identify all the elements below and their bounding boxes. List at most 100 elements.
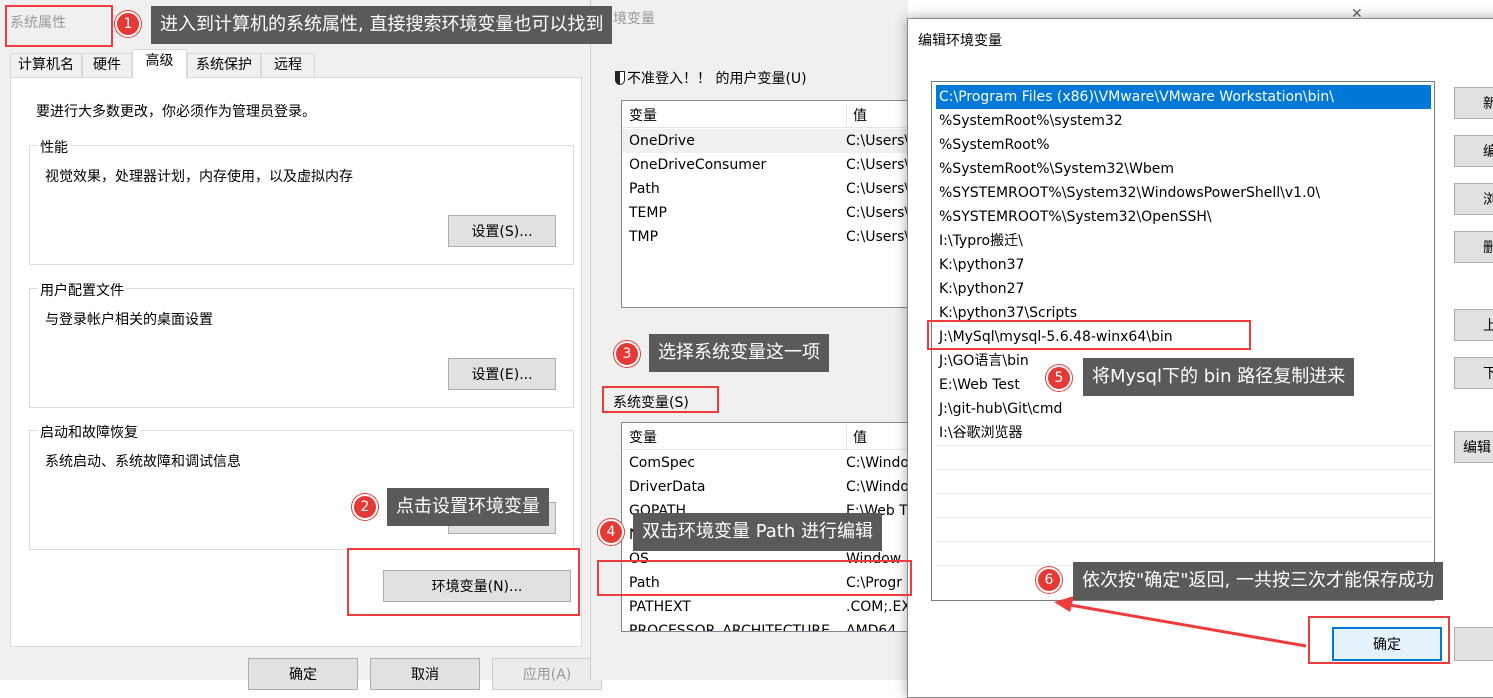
step-tooltip: 将Mysql下的 bin 路径复制进来 <box>1083 358 1355 396</box>
path-entry[interactable]: K:\python27 <box>936 277 1431 301</box>
variable-value: AMD64 <box>846 623 897 632</box>
empty-row-divider <box>936 541 1431 542</box>
variable-name: TMP <box>629 229 659 245</box>
edit-button[interactable]: 编 <box>1454 135 1493 167</box>
variable-value: C:\Users\ <box>846 181 910 197</box>
step-badge: 1 <box>115 11 141 37</box>
browse-button[interactable]: 浏 <box>1454 183 1493 215</box>
highlight-mysql-entry <box>927 320 1251 350</box>
variable-value: C:\Windo <box>846 479 909 495</box>
performance-settings-button[interactable]: 设置(S)... <box>448 215 556 247</box>
profiles-settings-button[interactable]: 设置(E)... <box>448 358 556 390</box>
tab-system-protection[interactable]: 系统保护 <box>187 53 261 77</box>
variable-name: DriverData <box>629 479 706 495</box>
path-entry[interactable]: %SYSTEMROOT%\System32\OpenSSH\ <box>936 205 1431 229</box>
user-variables-label: 不准登入！！ 的用户变量(U) <box>615 68 807 88</box>
variable-name: PROCESSOR_ARCHITECTURE <box>629 623 830 632</box>
move-down-button[interactable]: 下 <box>1454 357 1493 389</box>
user-variable-row[interactable]: Path C:\Users\ <box>622 177 920 201</box>
step-badge: 6 <box>1036 567 1062 593</box>
highlight-path-row <box>597 560 912 596</box>
performance-group: 性能 <box>29 137 574 265</box>
variable-name: TEMP <box>629 205 667 221</box>
step-tooltip: 点击设置环境变量 <box>387 488 549 526</box>
step-badge: 5 <box>1046 365 1072 391</box>
delete-button[interactable]: 删 <box>1454 231 1493 263</box>
move-up-button[interactable]: 上 <box>1454 309 1493 341</box>
user-variable-row[interactable]: OneDrive C:\Users\ <box>622 129 920 153</box>
profiles-desc: 与登录帐户相关的桌面设置 <box>45 312 213 328</box>
user-variables-label-text: 不准登入！！ 的用户变量(U) <box>627 71 807 87</box>
variable-value: C:\Windo <box>846 455 909 471</box>
arrow-to-ok <box>1054 596 1307 648</box>
startup-desc: 系统启动、系统故障和调试信息 <box>45 454 241 470</box>
empty-row-divider <box>936 469 1431 470</box>
highlight-ok-button <box>1308 616 1450 664</box>
system-variable-row[interactable]: PROCESSOR_ARCHITECTURE AMD64 <box>622 619 920 632</box>
step-badge: 2 <box>352 494 378 520</box>
path-entry[interactable]: %SystemRoot%\System32\Wbem <box>936 157 1431 181</box>
cancel-button[interactable]: 取消 <box>370 658 480 690</box>
startup-label: 启动和故障恢复 <box>38 422 140 442</box>
variable-value: C:\Users\ <box>846 229 910 245</box>
path-entry[interactable]: C:\Program Files (x86)\VMware\VMware Wor… <box>936 85 1431 109</box>
tab-advanced[interactable]: 高级 <box>132 49 187 78</box>
highlight-system-variables <box>602 386 719 413</box>
step-badge: 3 <box>614 341 640 367</box>
step-tooltip: 选择系统变量这一项 <box>649 334 829 372</box>
admin-notice: 要进行大多数更改，你必须作为管理员登录。 <box>36 104 316 120</box>
system-variable-row[interactable]: ComSpec C:\Windo <box>622 451 920 475</box>
system-variable-row[interactable]: DriverData C:\Windo <box>622 475 920 499</box>
system-col-value[interactable]: 值 <box>846 426 867 450</box>
step-badge: 4 <box>598 519 624 545</box>
path-entry[interactable]: K:\python37 <box>936 253 1431 277</box>
user-variable-row[interactable]: TMP C:\Users\ <box>622 225 920 249</box>
highlight-env-button <box>347 548 580 616</box>
variable-value: C:\Users\ <box>846 157 910 173</box>
path-entry[interactable]: I:\Typro搬迁\ <box>936 229 1431 253</box>
ok-button[interactable]: 确定 <box>248 658 358 690</box>
path-entry[interactable]: %SYSTEMROOT%\System32\WindowsPowerShell\… <box>936 181 1431 205</box>
user-variable-row[interactable]: OneDriveConsumer C:\Users\ <box>622 153 920 177</box>
empty-row-divider <box>936 517 1431 518</box>
tab-remote[interactable]: 远程 <box>261 53 315 77</box>
profiles-label: 用户配置文件 <box>38 280 126 300</box>
edit-text-button[interactable]: 编辑 <box>1454 431 1493 463</box>
variable-value: .COM;.EX <box>846 599 911 615</box>
user-list-header: 变量 值 <box>622 104 920 128</box>
system-variable-row[interactable]: PATHEXT .COM;.EX <box>622 595 920 619</box>
system-col-variable[interactable]: 变量 <box>629 426 657 450</box>
step-tooltip: 依次按"确定"返回, 一共按三次才能保存成功 <box>1073 562 1444 600</box>
step-tooltip: 进入到计算机的系统属性, 直接搜索环境变量也可以找到 <box>151 6 613 44</box>
tab-computer-name[interactable]: 计算机名 <box>10 53 82 77</box>
tab-hardware[interactable]: 硬件 <box>82 53 132 77</box>
variable-name: ComSpec <box>629 455 696 471</box>
edit-window-title: 编辑环境变量 <box>918 33 1002 49</box>
edit-cancel-button[interactable] <box>1454 627 1493 661</box>
empty-row-divider <box>936 445 1431 446</box>
user-col-value[interactable]: 值 <box>846 104 867 128</box>
profiles-group: 用户配置文件 <box>29 280 574 408</box>
performance-label: 性能 <box>38 137 70 157</box>
user-variable-row[interactable]: TEMP C:\Users\ <box>622 201 920 225</box>
path-entry[interactable]: I:\谷歌浏览器 <box>936 421 1431 445</box>
step-tooltip: 双击环境变量 Path 进行编辑 <box>633 513 882 551</box>
user-variables-list[interactable]: 变量 值 OneDrive C:\Users\ OneDriveConsumer C:… <box>621 100 921 308</box>
highlight-sysprops-title <box>5 5 113 47</box>
path-entry[interactable]: J:\git-hub\Git\cmd <box>936 397 1431 421</box>
variable-name: OneDriveConsumer <box>629 157 767 173</box>
apply-button[interactable]: 应用(A) <box>492 658 602 690</box>
new-button[interactable]: 新 <box>1454 87 1493 119</box>
system-list-header: 变量 值 <box>622 426 920 450</box>
empty-row-divider <box>936 493 1431 494</box>
user-col-variable[interactable]: 变量 <box>629 104 657 128</box>
variable-name: OneDrive <box>629 133 695 149</box>
variable-name: PATHEXT <box>629 599 691 615</box>
variable-value: C:\Users\ <box>846 205 910 221</box>
variable-value: C:\Users\ <box>846 133 910 149</box>
performance-desc: 视觉效果，处理器计划，内存使用，以及虚拟内存 <box>45 169 353 185</box>
path-entry[interactable]: %SystemRoot%\system32 <box>936 109 1431 133</box>
variable-name: Path <box>629 181 660 197</box>
user-shield-icon <box>615 71 625 85</box>
path-entry[interactable]: %SystemRoot% <box>936 133 1431 157</box>
